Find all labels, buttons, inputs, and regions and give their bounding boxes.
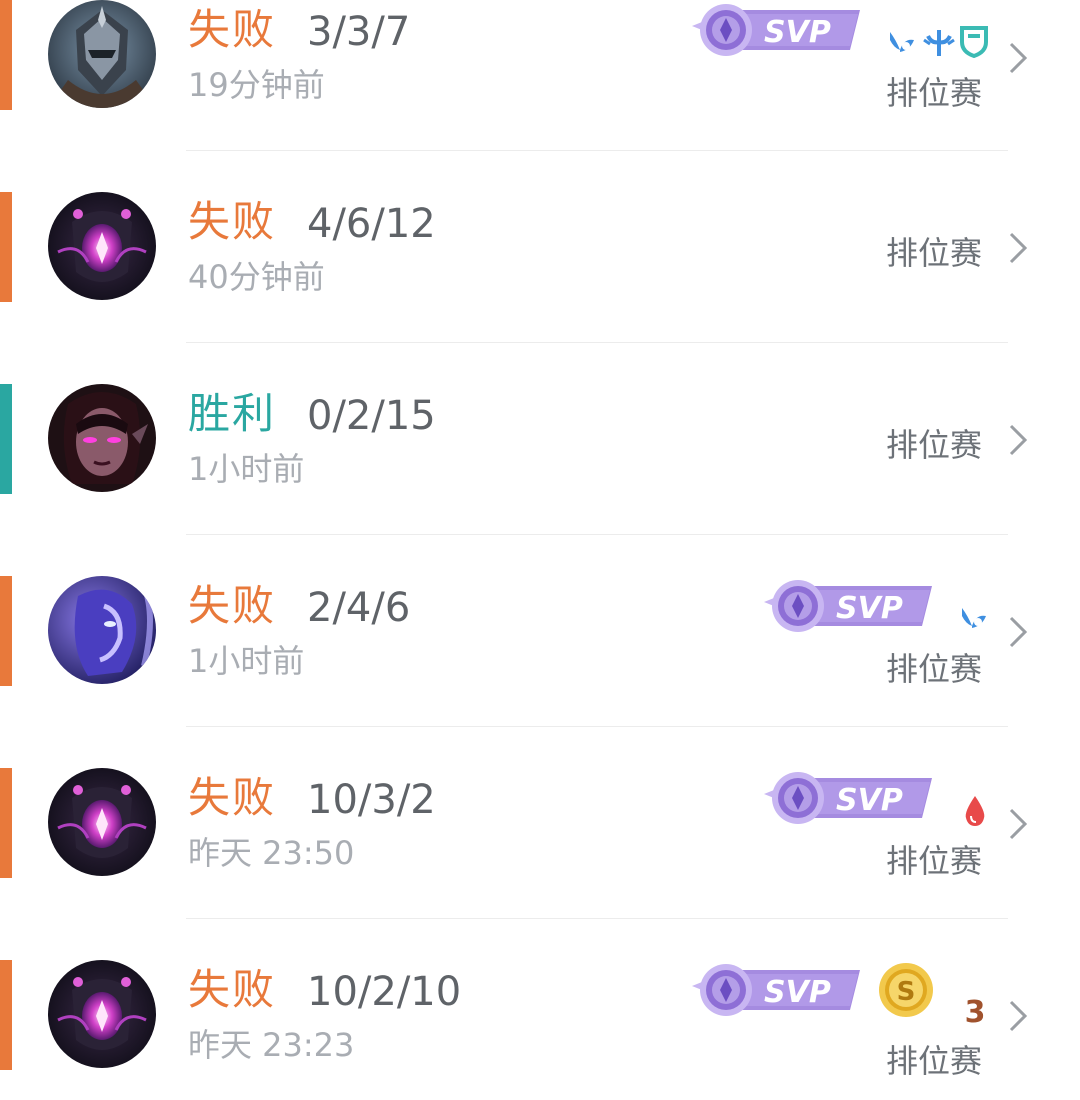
match-row[interactable]: 失败 3/3/7 19分钟前 SVP 排位赛 xyxy=(0,0,1080,192)
row-divider xyxy=(186,918,1008,919)
chevron-right-icon[interactable] xyxy=(1005,38,1031,78)
kda-score: 4/6/12 xyxy=(307,201,436,247)
match-row[interactable]: 胜利 0/2/15 1小时前 排位赛 xyxy=(0,384,1080,576)
result-indicator-bar xyxy=(0,192,12,302)
wings-icon xyxy=(962,608,986,628)
kda-score: 0/2/15 xyxy=(307,393,436,439)
match-result: 胜利 xyxy=(188,389,277,438)
svg-text:SVP: SVP xyxy=(764,15,831,50)
result-indicator-bar xyxy=(0,576,12,686)
hero-avatar xyxy=(48,192,156,300)
result-indicator-bar xyxy=(0,0,12,110)
match-row[interactable]: 失败 10/2/10 昨天 23:23 SVP S 3 排位赛 xyxy=(0,960,1080,1100)
svp-badge: SVP xyxy=(762,768,934,826)
hero-avatar xyxy=(48,0,156,108)
match-result: 失败 xyxy=(188,5,277,54)
row-divider xyxy=(186,150,1008,151)
kda-score: 10/2/10 xyxy=(307,969,462,1015)
match-time: 昨天 23:50 xyxy=(188,834,355,872)
game-mode: 排位赛 xyxy=(886,74,983,112)
match-history-list: 失败 3/3/7 19分钟前 SVP 排位赛 失败 4/6/12 40分钟前 排… xyxy=(0,0,1080,1100)
chevron-right-icon[interactable] xyxy=(1005,228,1031,268)
result-indicator-bar xyxy=(0,384,12,494)
kda-score: 2/4/6 xyxy=(307,585,411,631)
row-divider xyxy=(186,342,1008,343)
game-mode: 排位赛 xyxy=(886,234,983,272)
svg-text:SVP: SVP xyxy=(764,975,831,1010)
match-result: 失败 xyxy=(188,581,277,630)
match-time: 昨天 23:23 xyxy=(188,1026,355,1064)
svg-text:SVP: SVP xyxy=(836,591,903,626)
match-row[interactable]: 失败 4/6/12 40分钟前 排位赛 xyxy=(0,192,1080,384)
chevron-right-icon[interactable] xyxy=(1005,804,1031,844)
hero-avatar xyxy=(48,384,156,492)
match-time: 1小时前 xyxy=(188,642,305,680)
match-row[interactable]: 失败 2/4/6 1小时前 SVP 排位赛 xyxy=(0,576,1080,768)
kda-score: 10/3/2 xyxy=(307,777,436,823)
chevron-right-icon[interactable] xyxy=(1005,420,1031,460)
result-indicator-bar xyxy=(0,768,12,878)
result-indicator-bar xyxy=(0,960,12,1070)
game-mode: 排位赛 xyxy=(886,650,983,688)
shield-icon xyxy=(960,26,988,58)
chevron-right-icon[interactable] xyxy=(1005,612,1031,652)
game-mode: 排位赛 xyxy=(886,842,983,880)
match-result: 失败 xyxy=(188,197,277,246)
game-mode: 排位赛 xyxy=(886,1042,983,1080)
svg-text:SVP: SVP xyxy=(836,783,903,818)
wings-icon xyxy=(890,32,914,52)
chevron-right-icon[interactable] xyxy=(1005,996,1031,1036)
kda-score: 3/3/7 xyxy=(307,9,411,55)
blood-drop-icon xyxy=(965,796,985,826)
gold-coin-icon: S xyxy=(879,963,933,1017)
hero-avatar xyxy=(48,960,156,1068)
hero-avatar xyxy=(48,576,156,684)
svp-badge: SVP xyxy=(690,960,862,1018)
match-row[interactable]: 失败 10/3/2 昨天 23:50 SVP 排位赛 xyxy=(0,768,1080,960)
svg-text:3: 3 xyxy=(965,995,986,1026)
game-mode: 排位赛 xyxy=(886,426,983,464)
triple-kill-icon: 3 xyxy=(965,995,986,1026)
match-time: 19分钟前 xyxy=(188,66,325,104)
row-divider xyxy=(186,534,1008,535)
svp-badge: SVP xyxy=(690,0,862,58)
row-divider xyxy=(186,726,1008,727)
trident-icon xyxy=(923,30,955,56)
match-time: 40分钟前 xyxy=(188,258,325,296)
match-result: 失败 xyxy=(188,965,277,1014)
match-time: 1小时前 xyxy=(188,450,305,488)
hero-avatar xyxy=(48,768,156,876)
svg-text:S: S xyxy=(897,977,916,1007)
match-result: 失败 xyxy=(188,773,277,822)
svp-badge: SVP xyxy=(762,576,934,634)
